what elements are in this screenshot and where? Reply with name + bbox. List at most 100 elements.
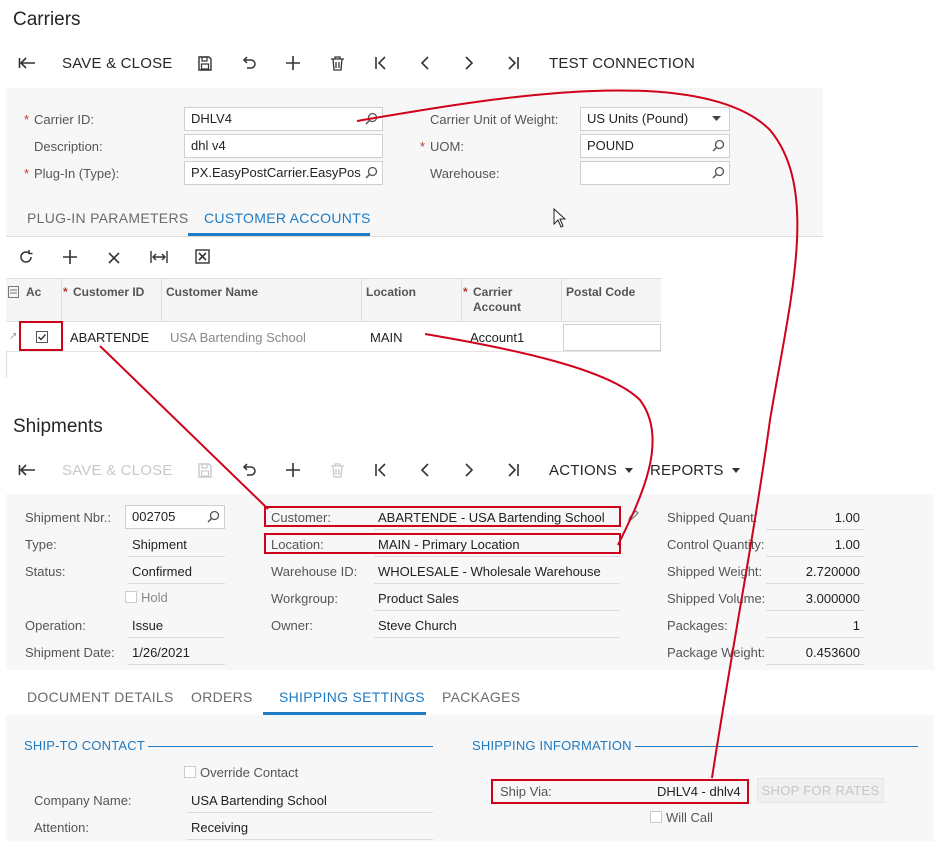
save-close-button[interactable]: SAVE & CLOSE (62, 50, 173, 76)
column-header-carrier-account[interactable]: Carrier Account (463, 285, 543, 315)
search-icon[interactable] (207, 510, 220, 523)
unit-weight-select[interactable]: US Units (Pound) (580, 107, 730, 131)
operation-label: Operation: (25, 618, 86, 633)
carrier-id-label: Carrier ID: (24, 112, 94, 127)
first-record-icon[interactable] (371, 50, 391, 76)
carrier-id-field[interactable]: DHLV4 (184, 107, 383, 131)
plugin-field[interactable]: PX.EasyPostCarrier.EasyPos (184, 161, 383, 185)
fit-columns-icon[interactable] (150, 250, 168, 269)
shipped-weight-label: Shipped Weight: (667, 564, 763, 579)
back-arrow-icon[interactable] (14, 457, 40, 483)
tab-shipping-settings[interactable]: SHIPPING SETTINGS (279, 689, 425, 705)
undo-icon[interactable] (239, 457, 259, 483)
customer-id-cell[interactable]: ABARTENDE (70, 330, 149, 345)
column-header-customer-id[interactable]: Customer ID (63, 285, 153, 300)
column-header-postal-code[interactable]: Postal Code (566, 285, 635, 300)
postal-code-field[interactable] (563, 324, 661, 351)
hold-checkbox[interactable] (125, 591, 137, 603)
packages-label: Packages: (667, 618, 728, 633)
section-divider (148, 746, 433, 747)
tab-divider (6, 236, 823, 237)
will-call-checkbox[interactable] (650, 811, 662, 823)
column-header-active[interactable]: Ac (26, 285, 41, 300)
search-icon[interactable] (712, 166, 725, 179)
shipment-nbr-label: Shipment Nbr.: (25, 510, 111, 525)
annotation-box-ship-via (491, 779, 749, 804)
warehouse-label: Warehouse: (430, 166, 500, 181)
previous-record-icon[interactable] (415, 457, 435, 483)
type-value: Shipment (128, 534, 225, 557)
description-field[interactable]: dhl v4 (184, 134, 383, 158)
tab-document-details[interactable]: DOCUMENT DETAILS (27, 689, 174, 705)
save-close-button[interactable]: SAVE & CLOSE (62, 457, 173, 483)
tab-plugin-parameters[interactable]: PLUG-IN PARAMETERS (27, 210, 189, 226)
warehouse-id-value[interactable]: WHOLESALE - Wholesale Warehouse (374, 561, 620, 584)
shipment-date-value[interactable]: 1/26/2021 (128, 642, 225, 665)
export-excel-icon[interactable] (195, 249, 210, 269)
last-record-icon[interactable] (503, 50, 523, 76)
add-icon[interactable] (283, 50, 303, 76)
shipment-date-label: Shipment Date: (25, 645, 115, 660)
add-row-icon[interactable] (63, 250, 77, 269)
delete-icon[interactable] (327, 457, 347, 483)
reports-menu[interactable]: REPORTS (650, 457, 740, 483)
location-cell[interactable]: MAIN (370, 330, 403, 345)
first-record-icon[interactable] (371, 457, 391, 483)
workgroup-value[interactable]: Product Sales (374, 588, 620, 611)
last-record-icon[interactable] (503, 457, 523, 483)
delete-icon[interactable] (327, 50, 347, 76)
row-edit-icon: ↗ (9, 331, 18, 342)
description-label: Description: (34, 139, 103, 154)
tab-orders[interactable]: ORDERS (191, 689, 253, 705)
search-icon[interactable] (365, 166, 378, 179)
shipped-quantity-label: Shipped Quant. (667, 510, 758, 525)
section-divider (635, 746, 918, 747)
type-label: Type: (25, 537, 57, 552)
warehouse-id-label: Warehouse ID: (271, 564, 358, 579)
shipment-nbr-field[interactable]: 002705 (125, 505, 225, 529)
dropdown-arrow-icon (625, 467, 634, 473)
column-header-customer-name[interactable]: Customer Name (166, 285, 258, 300)
control-quantity-label: Control Quantity: (667, 537, 765, 552)
shop-for-rates-button[interactable]: SHOP FOR RATES (757, 778, 884, 803)
test-connection-button[interactable]: TEST CONNECTION (549, 50, 695, 76)
carriers-toolbar: SAVE & CLOSE TEST CONNECTION (0, 50, 934, 76)
actions-menu[interactable]: ACTIONS (549, 457, 634, 483)
control-quantity-value[interactable]: 1.00 (766, 534, 864, 557)
warehouse-field[interactable] (580, 161, 730, 185)
next-record-icon[interactable] (459, 457, 479, 483)
uom-label: UOM: (420, 139, 464, 154)
column-divider (361, 278, 362, 322)
next-record-icon[interactable] (459, 50, 479, 76)
save-icon[interactable] (195, 457, 215, 483)
dropdown-arrow-icon (712, 116, 721, 121)
refresh-icon[interactable] (18, 249, 34, 270)
row-selector-icon (8, 285, 19, 303)
package-weight-value: 0.453600 (766, 642, 864, 665)
save-icon[interactable] (195, 50, 215, 76)
owner-value[interactable]: Steve Church (374, 615, 620, 638)
previous-record-icon[interactable] (415, 50, 435, 76)
shipped-weight-value: 2.720000 (766, 561, 864, 584)
tab-customer-accounts[interactable]: CUSTOMER ACCOUNTS (204, 210, 371, 226)
column-header-location[interactable]: Location (366, 285, 416, 300)
search-icon[interactable] (365, 112, 378, 125)
attention-value[interactable]: Receiving (187, 817, 433, 840)
tab-packages[interactable]: PACKAGES (442, 689, 520, 705)
uom-field[interactable]: POUND (580, 134, 730, 158)
grid-edge (6, 352, 7, 378)
operation-value: Issue (128, 615, 225, 638)
undo-icon[interactable] (239, 50, 259, 76)
delete-row-icon[interactable] (108, 251, 120, 269)
add-icon[interactable] (283, 457, 303, 483)
company-name-value[interactable]: USA Bartending School (187, 790, 433, 813)
override-contact-checkbox[interactable] (184, 766, 196, 778)
dropdown-arrow-icon (731, 467, 740, 473)
carrier-account-cell[interactable]: Account1 (470, 330, 524, 345)
edit-pencil-icon[interactable] (627, 509, 640, 527)
back-arrow-icon[interactable] (14, 50, 40, 76)
mouse-cursor-icon (553, 207, 567, 233)
ship-to-contact-header: SHIP-TO CONTACT (24, 738, 145, 753)
annotation-box-customer (264, 506, 621, 527)
search-icon[interactable] (712, 139, 725, 152)
